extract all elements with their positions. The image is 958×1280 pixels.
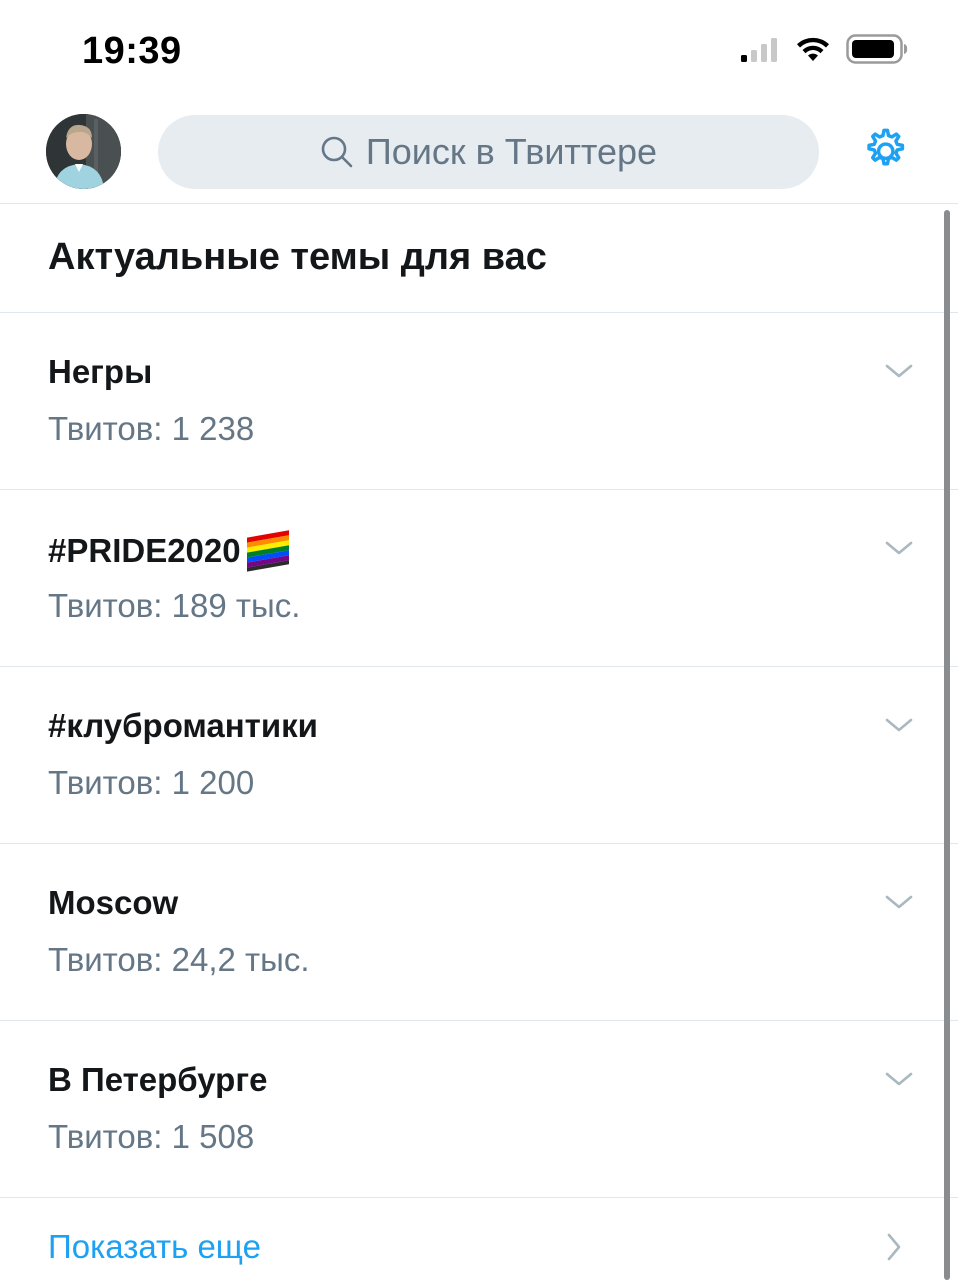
- trend-count: Твитов: 189 тыс.: [48, 587, 301, 624]
- trend-item[interactable]: #PRIDE2020 Твитов: 189 тыс.: [0, 490, 958, 667]
- search-icon: [321, 136, 353, 168]
- trend-count: Твитов: 1 508: [48, 1118, 255, 1155]
- trend-name: В Петербурге: [48, 1061, 267, 1099]
- trend-item[interactable]: #клубромантики Твитов: 1 200: [0, 667, 958, 844]
- rainbow-flag-icon: [246, 530, 289, 572]
- gear-icon: [867, 128, 905, 166]
- chevron-down-icon[interactable]: [884, 715, 914, 735]
- top-header: Поиск в Твиттере: [0, 100, 958, 204]
- status-bar: 19:39: [0, 0, 958, 100]
- trend-item[interactable]: Moscow Твитов: 24,2 тыс.: [0, 844, 958, 1021]
- trend-name: Moscow: [48, 884, 178, 922]
- trend-name-text: Негры: [48, 353, 153, 390]
- trend-name: #клубромантики: [48, 707, 318, 745]
- trend-list: Негры Твитов: 1 238 #PRIDE2020 Твитов: 1…: [0, 313, 958, 1198]
- battery-icon: [846, 34, 908, 64]
- trend-count: Твитов: 1 200: [48, 764, 255, 801]
- status-icons: [740, 34, 908, 64]
- wifi-icon: [797, 37, 829, 61]
- settings-button[interactable]: [858, 125, 910, 177]
- trend-name-text: #PRIDE2020: [48, 532, 241, 569]
- chevron-down-icon[interactable]: [884, 538, 914, 558]
- trend-name: #PRIDE2020: [48, 530, 291, 572]
- scrollbar[interactable]: [944, 210, 950, 1280]
- section-title: Актуальные темы для вас: [48, 236, 547, 278]
- trend-item[interactable]: Негры Твитов: 1 238: [0, 313, 958, 490]
- trend-count: Твитов: 24,2 тыс.: [48, 941, 310, 978]
- show-more-label: Показать еще: [48, 1228, 261, 1265]
- chevron-down-icon[interactable]: [884, 892, 914, 912]
- trend-name-text: #клубромантики: [48, 707, 318, 744]
- status-time: 19:39: [82, 30, 182, 72]
- show-more-link[interactable]: Показать еще: [0, 1196, 958, 1280]
- chevron-down-icon[interactable]: [884, 1069, 914, 1089]
- trend-name-text: В Петербурге: [48, 1061, 268, 1098]
- avatar-image: [46, 114, 121, 189]
- chevron-down-icon[interactable]: [884, 361, 914, 381]
- trend-name: Негры: [48, 353, 152, 391]
- trend-name-text: Moscow: [48, 884, 179, 921]
- search-input[interactable]: Поиск в Твиттере: [158, 115, 819, 189]
- trend-count: Твитов: 1 238: [48, 410, 255, 447]
- trend-item[interactable]: В Петербурге Твитов: 1 508: [0, 1021, 958, 1198]
- search-placeholder: Поиск в Твиттере: [365, 131, 658, 172]
- screen: 19:39 Поиск в Твиттере Актуальные темы д…: [0, 0, 958, 1280]
- cellular-signal-icon: [741, 38, 777, 62]
- avatar[interactable]: [46, 114, 121, 189]
- chevron-right-icon: [887, 1233, 901, 1261]
